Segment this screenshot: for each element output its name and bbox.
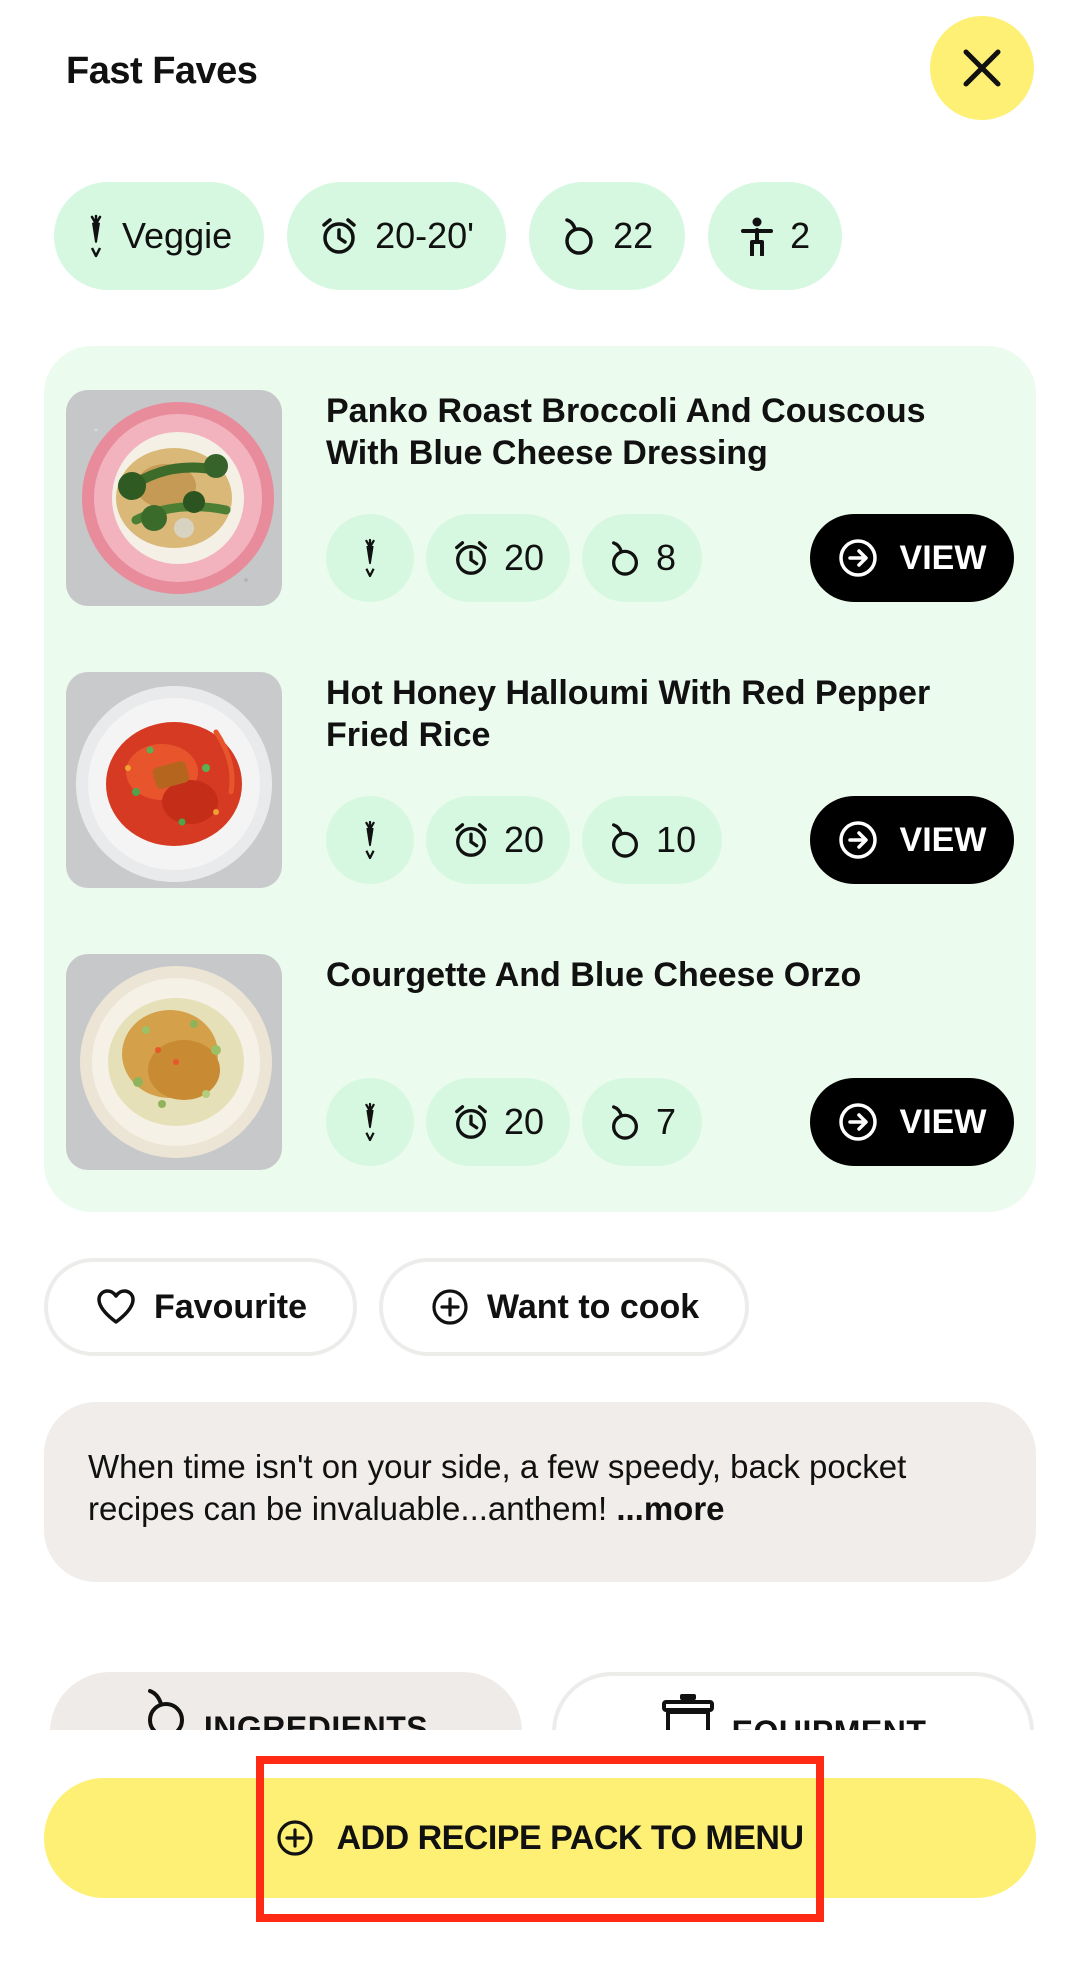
page-title: Fast Faves	[66, 50, 258, 92]
ingredients-chip: 7	[582, 1078, 703, 1166]
close-icon	[963, 49, 1001, 87]
tag-veggie: Veggie	[54, 182, 265, 290]
recipe-item[interactable]: Panko Roast Broccoli And Couscous With B…	[44, 346, 1036, 606]
time-value: 20	[504, 1101, 545, 1142]
favourite-label: Favourite	[154, 1287, 308, 1326]
arrow-right-circle-icon	[838, 821, 877, 859]
tag-label: 2	[790, 215, 811, 256]
want-to-cook-button[interactable]: Want to cook	[379, 1258, 750, 1356]
want-to-cook-label: Want to cook	[487, 1287, 700, 1326]
ingredients-chip: 8	[582, 514, 703, 602]
carrot-v-icon	[365, 1102, 375, 1142]
close-button[interactable]	[930, 16, 1034, 120]
tab-equipment-label: EQUIPMENT	[732, 1688, 927, 1730]
arrow-right-circle-icon	[838, 539, 877, 577]
apple-icon	[612, 541, 639, 576]
recipe-title: Hot Honey Halloumi With Red Pepper Fried…	[326, 674, 931, 754]
tag-servings: 2	[708, 182, 843, 290]
apple-icon	[612, 1105, 639, 1140]
alarm-clock-icon	[322, 218, 356, 254]
pack-description: When time isn't on your side, a few spee…	[44, 1402, 1036, 1582]
tag-ingredients-count: 22	[529, 182, 686, 290]
tag-label: 22	[613, 215, 654, 256]
ingredients-chip: 10	[582, 796, 723, 884]
recipe-item[interactable]: Courgette And Blue Cheese Orzo 20 7 VIEW	[44, 910, 1036, 1170]
add-recipe-pack-button[interactable]: ADD RECIPE PACK TO MENU	[44, 1778, 1036, 1898]
plus-circle-icon	[432, 1289, 468, 1325]
apple-icon	[565, 218, 593, 255]
description-text: When time isn't on your side, a few spee…	[88, 1448, 907, 1527]
time-chip: 20	[426, 796, 571, 884]
time-value: 20	[504, 537, 545, 578]
plus-circle-icon	[277, 1820, 314, 1856]
recipe-item[interactable]: Hot Honey Halloumi With Red Pepper Fried…	[44, 628, 1036, 888]
read-more-link[interactable]: ...more	[616, 1490, 724, 1527]
time-chip: 20	[426, 514, 571, 602]
view-recipe-button[interactable]: VIEW	[810, 1078, 1014, 1166]
alarm-clock-icon	[455, 1105, 487, 1139]
recipe-title: Courgette And Blue Cheese Orzo	[326, 956, 862, 994]
view-recipe-button[interactable]: VIEW	[810, 514, 1014, 602]
view-label: VIEW	[899, 538, 987, 577]
recipe-image[interactable]	[66, 390, 282, 606]
pot-icon	[661, 1694, 714, 1730]
recipe-meta: 20 8	[326, 514, 703, 602]
favourite-button[interactable]: Favourite	[44, 1258, 358, 1356]
view-recipe-button[interactable]: VIEW	[810, 796, 1014, 884]
ingredients-value: 8	[656, 537, 677, 578]
tag-label: 20-20'	[375, 215, 475, 256]
carrot-v-icon	[365, 820, 375, 860]
header: Fast Faves	[0, 0, 1080, 140]
tag-time: 20-20'	[287, 182, 507, 290]
carrot-v-icon	[365, 538, 375, 578]
add-recipe-pack-label: ADD RECIPE PACK TO MENU	[336, 1818, 804, 1857]
heart-icon	[97, 1289, 135, 1324]
recipes-list: Panko Roast Broccoli And Couscous With B…	[44, 346, 1036, 1212]
alarm-clock-icon	[455, 823, 487, 857]
view-label: VIEW	[899, 820, 987, 859]
pack-actions: Favourite Want to cook	[44, 1258, 750, 1356]
section-tabs: INGREDIENTS EQUIPMENT	[0, 1660, 1080, 1730]
apple-icon	[612, 823, 639, 858]
recipe-meta: 20 7	[326, 1078, 703, 1166]
ingredients-value: 10	[656, 819, 697, 860]
pack-tags: Veggie 20-20' 22 2	[54, 182, 843, 290]
time-chip: 20	[426, 1078, 571, 1166]
recipe-title: Panko Roast Broccoli And Couscous With B…	[326, 392, 926, 472]
veggie-chip	[326, 1078, 414, 1166]
carrot-v-icon	[90, 214, 102, 258]
arrow-right-circle-icon	[838, 1103, 877, 1141]
person-icon	[741, 217, 774, 256]
veggie-chip	[326, 796, 414, 884]
recipe-meta: 20 10	[326, 796, 723, 884]
recipe-image[interactable]	[66, 954, 282, 1170]
veggie-chip	[326, 514, 414, 602]
tab-ingredients-label: INGREDIENTS	[203, 1710, 429, 1730]
time-value: 20	[504, 819, 545, 860]
recipe-image[interactable]	[66, 672, 282, 888]
ingredients-value: 7	[656, 1101, 677, 1142]
tab-equipment[interactable]: EQUIPMENT	[552, 1672, 1034, 1730]
alarm-clock-icon	[455, 541, 487, 575]
tag-label: Veggie	[122, 215, 233, 256]
apple-icon	[147, 1689, 184, 1730]
view-label: VIEW	[899, 1102, 987, 1141]
tab-ingredients[interactable]: INGREDIENTS	[50, 1672, 522, 1730]
